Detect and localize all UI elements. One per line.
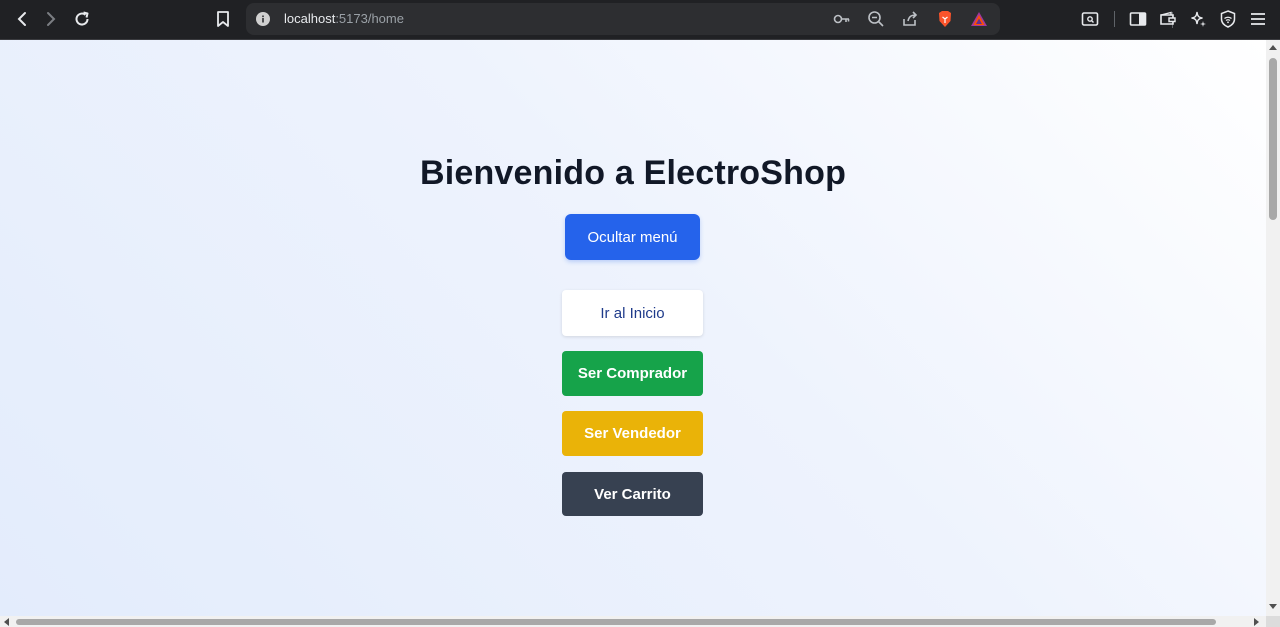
scroll-right-arrow-icon[interactable]	[1254, 618, 1259, 626]
page-title: Bienvenido a ElectroShop	[419, 154, 847, 192]
page-viewport: Bienvenido a ElectroShop Ocultar menú Ir…	[0, 40, 1266, 616]
view-cart-button[interactable]: Ver Carrito	[562, 472, 703, 516]
key-icon[interactable]	[833, 10, 851, 28]
leo-ai-icon[interactable]	[1187, 8, 1209, 30]
brave-rewards-icon[interactable]	[970, 10, 988, 28]
horizontal-scroll-thumb[interactable]	[16, 619, 1216, 625]
url-text[interactable]: localhost:5173/home	[284, 11, 404, 26]
wallet-icon[interactable]	[1157, 8, 1179, 30]
url-path: :5173/home	[335, 11, 404, 26]
url-host: localhost	[284, 11, 336, 26]
vertical-scroll-thumb[interactable]	[1269, 58, 1277, 220]
bookmark-icon[interactable]	[212, 8, 234, 30]
share-icon[interactable]	[901, 10, 919, 28]
browser-toolbar: localhost:5173/home	[0, 0, 1280, 40]
sidebar-icon[interactable]	[1127, 8, 1149, 30]
zoom-out-icon[interactable]	[867, 10, 885, 28]
seller-button[interactable]: Ser Vendedor	[562, 411, 703, 456]
back-icon[interactable]	[11, 8, 33, 30]
vertical-scrollbar[interactable]	[1266, 40, 1280, 616]
reading-mode-icon[interactable]	[1079, 8, 1101, 30]
brave-shields-icon[interactable]	[936, 10, 954, 28]
toolbar-divider	[1114, 11, 1115, 27]
forward-icon[interactable]	[40, 8, 62, 30]
site-info-icon[interactable]	[256, 12, 270, 26]
scrollbar-corner	[1266, 616, 1280, 627]
menu-icon[interactable]	[1247, 8, 1269, 30]
address-bar[interactable]: localhost:5173/home	[246, 3, 1173, 35]
scroll-left-arrow-icon[interactable]	[4, 618, 9, 626]
reload-icon[interactable]	[71, 8, 93, 30]
horizontal-scrollbar[interactable]	[0, 616, 1266, 627]
hide-menu-button[interactable]: Ocultar menú	[565, 214, 700, 260]
vpn-icon[interactable]	[1217, 8, 1239, 30]
buyer-button[interactable]: Ser Comprador	[562, 351, 703, 396]
scroll-down-arrow-icon[interactable]	[1269, 604, 1277, 609]
go-home-button[interactable]: Ir al Inicio	[562, 290, 703, 336]
scroll-up-arrow-icon[interactable]	[1269, 45, 1277, 50]
